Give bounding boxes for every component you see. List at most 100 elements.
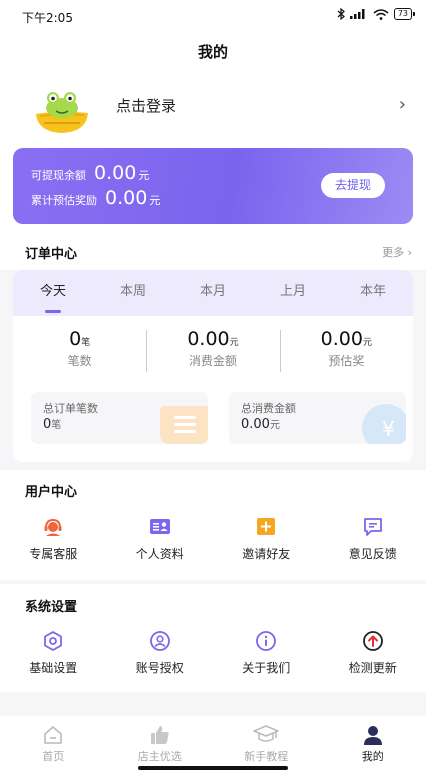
stat-order-count: 0笔 笔数	[13, 328, 146, 378]
feedback-icon	[363, 518, 382, 536]
total-spend-unit: 元	[269, 420, 280, 431]
svg-text:¥: ¥	[382, 417, 395, 441]
more-link[interactable]: 更多 ›	[382, 244, 412, 260]
update-icon	[362, 631, 383, 651]
bottom-tab-bar: 首页 店主优选 新手教程 我的	[0, 716, 426, 773]
page-title: 我的	[197, 43, 228, 61]
total-orders-unit: 笔	[51, 420, 62, 431]
customer-service-icon	[44, 518, 62, 536]
tab-this-week[interactable]: 本周	[93, 270, 173, 316]
stat-value: 0	[69, 328, 82, 350]
system-settings-grid: 基础设置 账号授权 关于我们 检测更新	[0, 630, 426, 676]
stat-value: 0.00	[187, 328, 230, 350]
stat-unit: 笔	[81, 338, 91, 348]
invite-plus-icon	[257, 518, 276, 535]
basic-settings-item[interactable]: 基础设置	[0, 630, 107, 676]
account-auth-label: 账号授权	[135, 661, 184, 675]
nav-home[interactable]: 首页	[0, 716, 107, 773]
total-orders-value: 0笔	[43, 416, 61, 432]
check-update-label: 检测更新	[348, 661, 397, 675]
home-icon	[44, 726, 63, 744]
home-indicator	[138, 766, 288, 770]
balance-card: 可提现余额 0.00 元 累计预估奖励 0.00 元 去提现	[13, 148, 413, 224]
chevron-right-icon[interactable]: ›	[399, 94, 406, 115]
tab-this-month[interactable]: 本月	[173, 270, 253, 316]
about-us-item[interactable]: 关于我们	[213, 630, 320, 676]
system-settings-section: 系统设置 基础设置 账号授权 关于我们 检测更新	[0, 584, 426, 692]
tab-this-year[interactable]: 本年	[333, 270, 413, 316]
total-orders-label: 总订单笔数	[43, 402, 98, 415]
system-settings-title: 系统设置	[25, 600, 78, 615]
frog-mascot-icon	[36, 92, 88, 133]
stat-estimated-reward: 0.00元 预估奖	[279, 328, 413, 378]
feedback-item[interactable]: 意见反馈	[320, 516, 426, 562]
stat-value: 0.00	[320, 328, 363, 350]
nav-tutorial-label: 新手教程	[244, 750, 289, 763]
tab-today[interactable]: 今天	[13, 270, 93, 316]
login-row[interactable]: 点击登录 ›	[0, 70, 426, 145]
login-prompt[interactable]: 点击登录	[116, 95, 176, 116]
profile-card-icon	[149, 519, 170, 534]
period-tabs: 今天 本周 本月 上月 本年	[13, 270, 413, 316]
profile-item[interactable]: 个人资料	[107, 516, 214, 562]
nav-mine[interactable]: 我的	[320, 716, 426, 773]
total-orders-card: 总订单笔数 0笔	[31, 392, 208, 444]
account-auth-item[interactable]: 账号授权	[107, 630, 214, 676]
stat-label: 预估奖	[328, 354, 365, 368]
nav-featured[interactable]: 店主优选	[107, 716, 214, 773]
wifi-icon	[373, 8, 389, 20]
order-center-header: 订单中心 更多 ›	[0, 240, 426, 270]
total-spend-number: 0.00	[241, 417, 270, 432]
estimated-label: 累计预估奖励	[31, 194, 97, 207]
order-center-title: 订单中心	[25, 247, 78, 262]
status-icons: 73	[337, 8, 416, 20]
user-center-title: 用户中心	[25, 485, 78, 500]
nav-tutorial[interactable]: 新手教程	[213, 716, 320, 773]
user-icon	[363, 726, 382, 745]
basic-settings-label: 基础设置	[29, 661, 78, 675]
bluetooth-icon	[337, 8, 345, 20]
about-us-label: 关于我们	[242, 661, 291, 675]
customer-service-item[interactable]: 专属客服	[0, 516, 107, 562]
withdrawable-unit: 元	[138, 169, 150, 182]
yuan-coin-icon: ¥	[362, 404, 406, 444]
invite-friends-item[interactable]: 邀请好友	[213, 516, 320, 562]
battery-icon: 73	[393, 8, 416, 20]
withdrawable-label: 可提现余额	[31, 169, 86, 182]
more-label: 更多	[382, 246, 405, 259]
feedback-label: 意见反馈	[348, 547, 397, 561]
user-center-section: 用户中心 专属客服 个人资料 邀请好友 意见反馈	[0, 470, 426, 580]
user-center-grid: 专属客服 个人资料 邀请好友 意见反馈	[0, 516, 426, 562]
stat-spend-amount: 0.00元 消费金额	[146, 328, 279, 378]
info-icon	[256, 631, 277, 651]
nav-featured-label: 店主优选	[137, 750, 182, 763]
withdraw-button[interactable]: 去提现	[321, 173, 385, 198]
tab-last-month[interactable]: 上月	[253, 270, 333, 316]
nav-mine-label: 我的	[361, 750, 384, 763]
signal-icon	[349, 9, 365, 19]
total-spend-label: 总消费金额	[241, 402, 296, 415]
status-time: 下午2:05	[22, 11, 73, 25]
customer-service-label: 专属客服	[29, 547, 78, 561]
order-stats: 0笔 笔数 0.00元 消费金额 0.00元 预估奖	[13, 328, 413, 378]
stat-unit: 元	[362, 338, 372, 348]
invite-friends-label: 邀请好友	[242, 547, 291, 561]
title-bar: 我的	[0, 32, 426, 70]
stat-label: 消费金额	[188, 354, 237, 368]
order-list-icon	[160, 406, 208, 444]
order-card: 今天 本周 本月 上月 本年 0笔 笔数 0.00元 消费金额 0.00元 预估…	[13, 270, 413, 462]
status-bar: 下午2:05 73	[0, 0, 426, 32]
settings-icon	[44, 631, 63, 651]
withdrawable-row: 可提现余额 0.00 元	[31, 162, 149, 184]
stat-label: 笔数	[67, 354, 92, 368]
profile-label: 个人资料	[135, 547, 184, 561]
account-auth-icon	[149, 631, 170, 651]
graduation-cap-icon	[253, 725, 279, 742]
estimated-value: 0.00	[105, 187, 148, 209]
check-update-item[interactable]: 检测更新	[320, 630, 426, 676]
estimated-row: 累计预估奖励 0.00 元	[31, 187, 160, 209]
estimated-unit: 元	[149, 194, 161, 207]
stat-unit: 元	[229, 338, 239, 348]
nav-home-label: 首页	[42, 750, 65, 763]
total-spend-card: 总消费金额 0.00元 ¥	[229, 392, 406, 444]
